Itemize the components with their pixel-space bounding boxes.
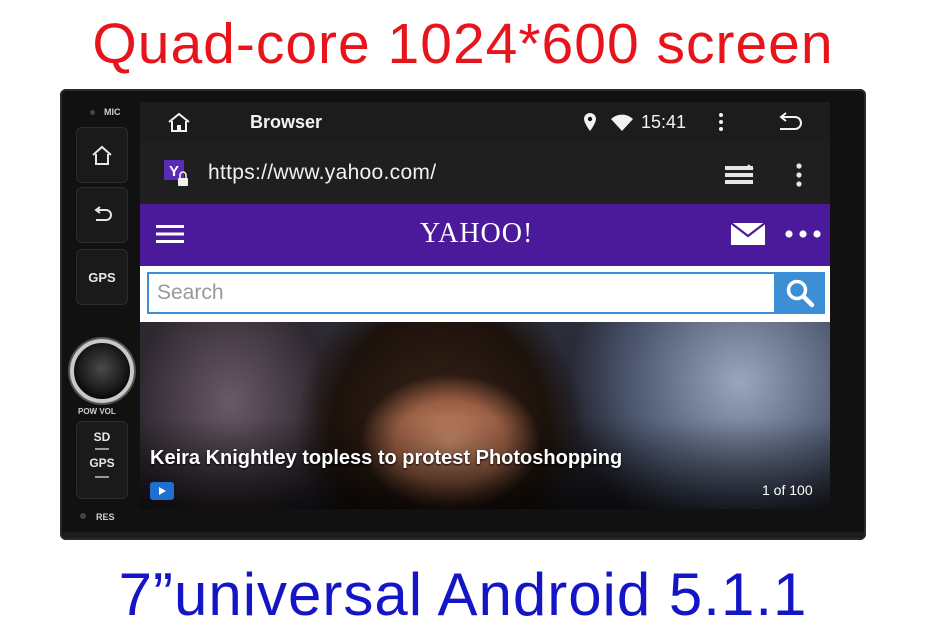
gps-hard-button[interactable]: GPS xyxy=(76,249,128,305)
browser-menu-icon[interactable] xyxy=(795,162,803,188)
back-icon[interactable] xyxy=(774,112,804,132)
reset-pinhole[interactable] xyxy=(80,513,86,519)
search-input[interactable] xyxy=(149,274,774,312)
browser-address-bar[interactable]: Y https://www.yahoo.com/ xyxy=(140,142,830,204)
video-play-button[interactable] xyxy=(150,482,174,500)
pow-vol-label: POW VOL xyxy=(78,407,116,416)
mic-hole xyxy=(90,110,95,115)
search-box xyxy=(147,272,774,314)
car-stereo-unit: MIC GPS POW VOL SD GPS RES Browser 15:41… xyxy=(60,89,866,540)
search-button[interactable] xyxy=(774,272,825,314)
url-text[interactable]: https://www.yahoo.com/ xyxy=(208,161,436,185)
gps-button-label: GPS xyxy=(88,269,116,285)
android-screen: Browser 15:41 Y https://www.yahoo.com/ Y… xyxy=(140,102,830,509)
search-icon xyxy=(786,279,814,308)
home-icon[interactable] xyxy=(166,112,192,132)
status-bar: Browser 15:41 xyxy=(140,102,830,142)
promo-footline: 7”universal Android 5.1.1 xyxy=(118,561,808,628)
gps-slot-line xyxy=(95,476,109,478)
more-dots-icon[interactable] xyxy=(785,230,821,238)
sd-slot-line xyxy=(95,448,109,450)
location-icon xyxy=(584,113,596,131)
search-row xyxy=(140,266,830,322)
app-title: Browser xyxy=(250,112,323,132)
back-hard-button[interactable] xyxy=(76,187,128,243)
home-hard-button[interactable] xyxy=(76,127,128,183)
mic-label: MIC xyxy=(104,107,121,117)
promo-headline: Quad-core 1024*600 screen xyxy=(92,12,834,76)
sd-gps-slot-cover[interactable]: SD GPS xyxy=(76,421,128,499)
home-icon xyxy=(92,145,112,165)
slide-counter: 1 of 100 xyxy=(762,482,813,498)
svg-text:Y: Y xyxy=(169,163,179,180)
tabs-switcher-icon[interactable] xyxy=(724,164,754,186)
overflow-menu-icon[interactable] xyxy=(716,112,726,132)
story-headline[interactable]: Keira Knightley topless to protest Photo… xyxy=(150,447,622,470)
featured-story[interactable]: Keira Knightley topless to protest Photo… xyxy=(140,322,830,509)
wifi-icon xyxy=(611,114,633,131)
res-label: RES xyxy=(96,512,115,522)
gps-slot-label: GPS xyxy=(89,456,115,470)
clock-time: 15:41 xyxy=(641,112,687,132)
device-bottom-edge xyxy=(62,532,864,538)
play-icon xyxy=(159,487,166,495)
mail-icon[interactable] xyxy=(731,223,765,245)
back-arrow-icon xyxy=(94,206,112,221)
left-control-panel: MIC GPS POW VOL SD GPS RES xyxy=(68,99,134,534)
yahoo-header: YAHOO! xyxy=(140,204,830,266)
yahoo-logo[interactable]: YAHOO! xyxy=(420,218,533,250)
sd-label: SD xyxy=(93,430,111,444)
power-volume-knob[interactable] xyxy=(70,339,134,403)
yahoo-favicon-icon: Y xyxy=(164,160,188,186)
hamburger-menu-icon[interactable] xyxy=(156,224,184,244)
